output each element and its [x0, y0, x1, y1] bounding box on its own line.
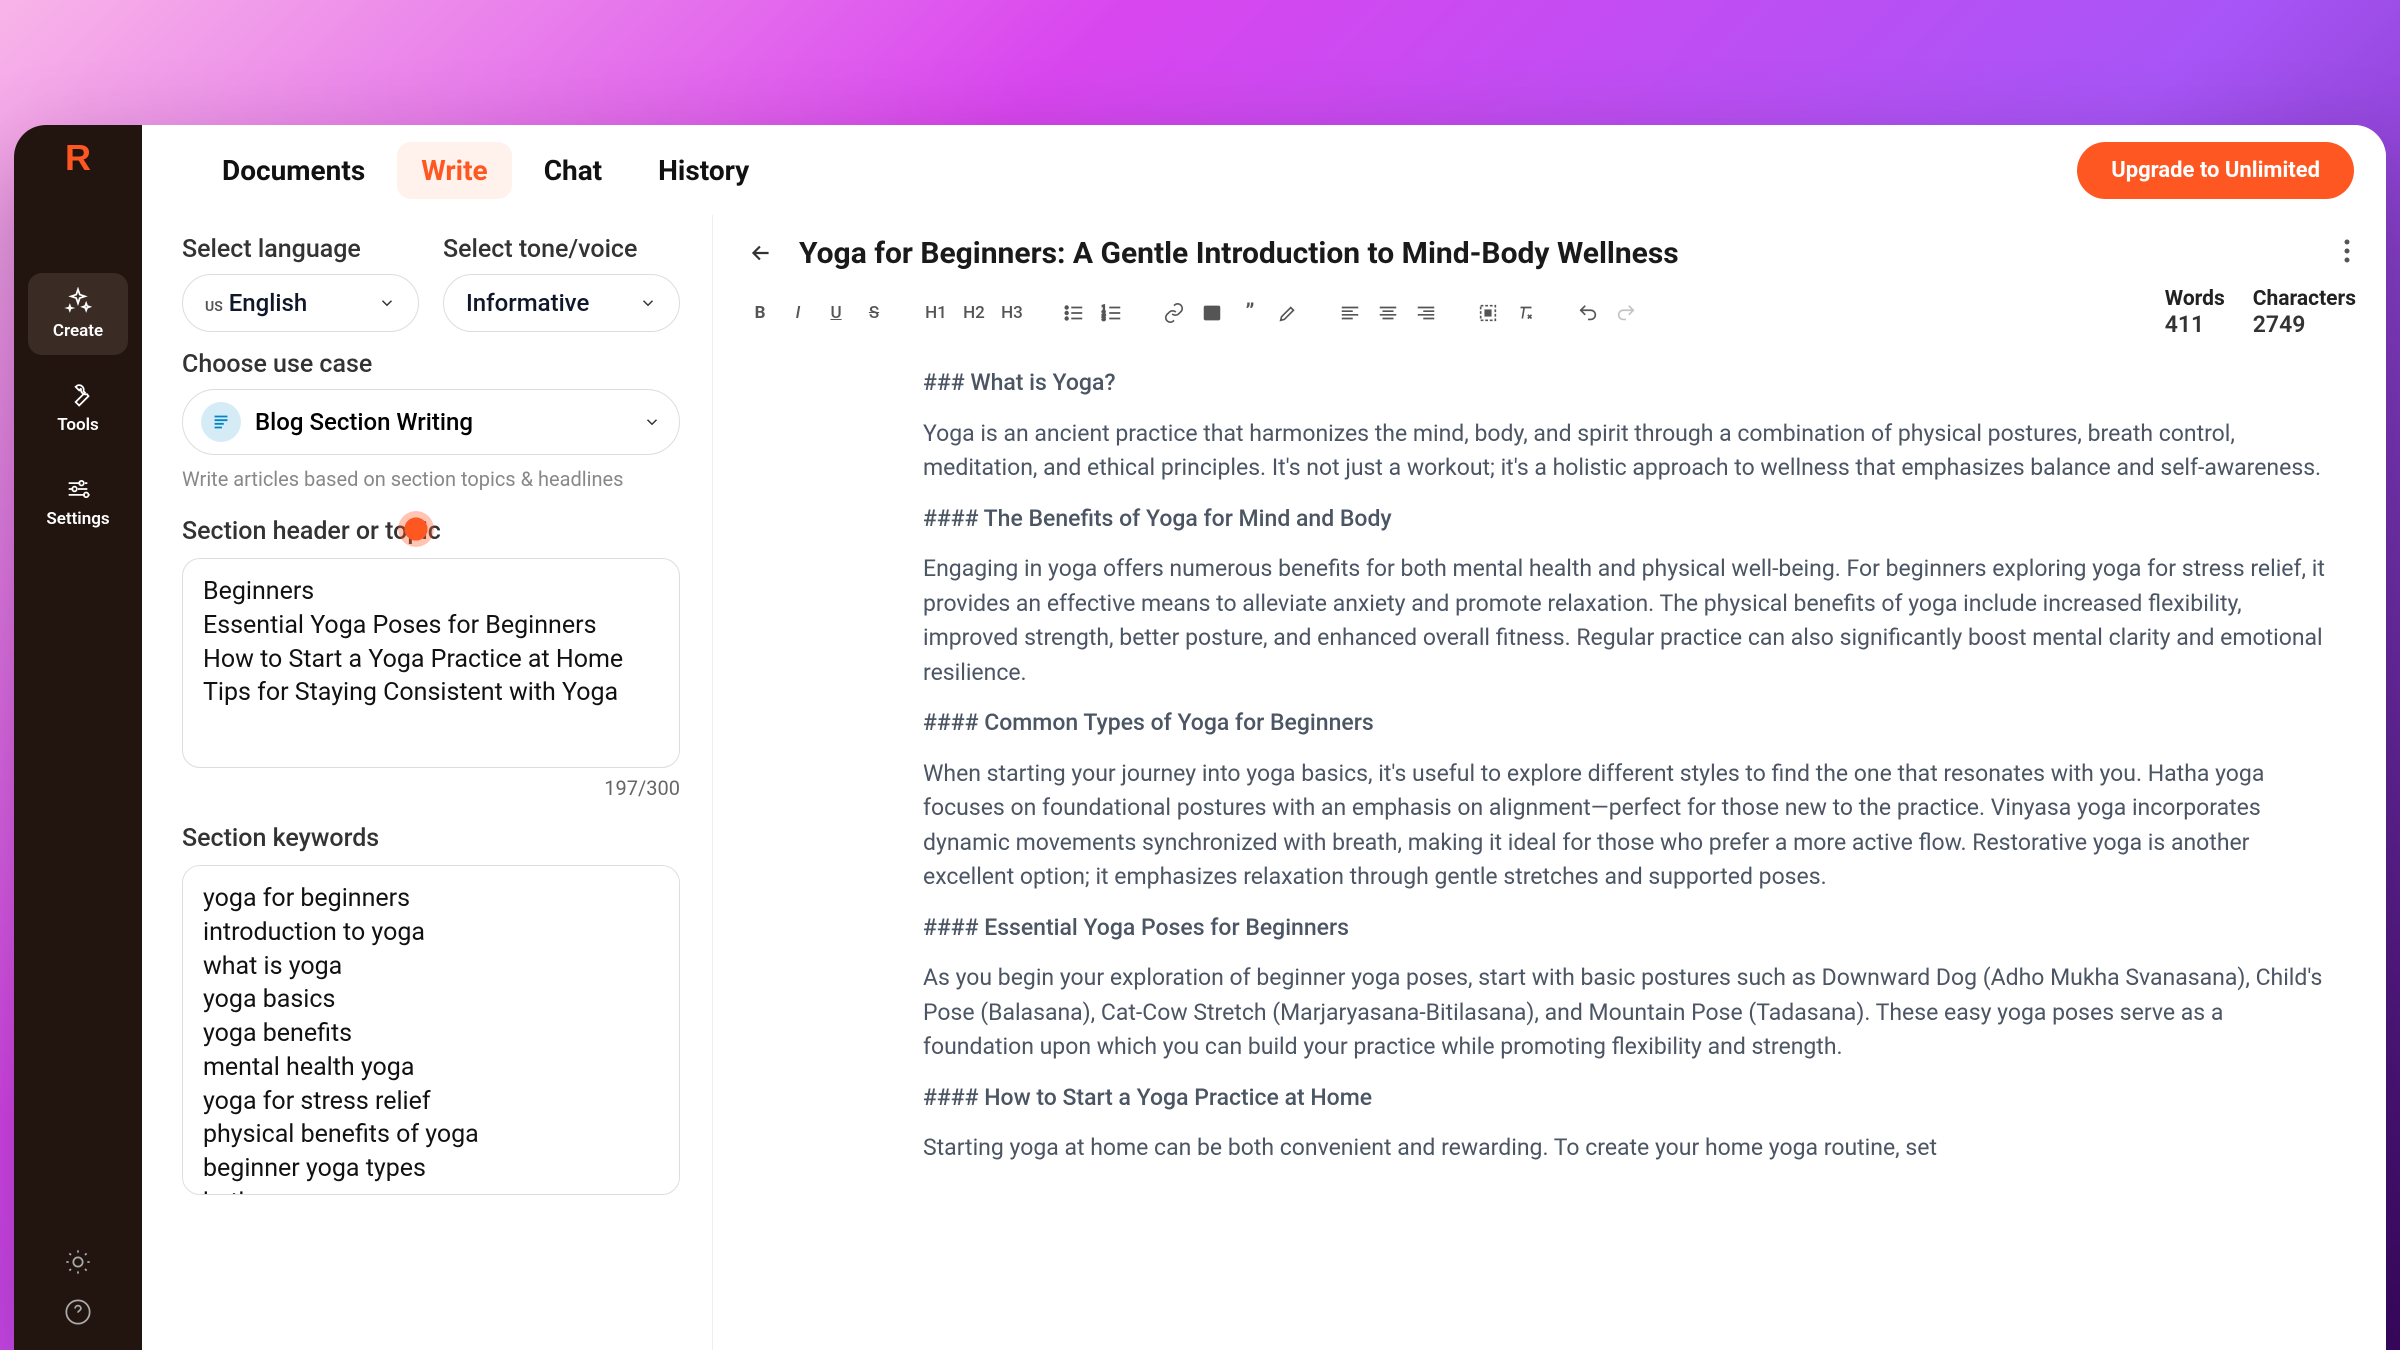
highlighter-icon: [1277, 302, 1299, 324]
language-label: Select language: [182, 235, 419, 264]
align-right-button[interactable]: [1409, 296, 1443, 330]
back-button[interactable]: [743, 235, 779, 271]
section-header-label: Section header or topic: [182, 517, 680, 546]
h2-button[interactable]: H2: [957, 296, 991, 330]
tone-select[interactable]: Informative: [443, 274, 680, 332]
arrow-left-icon: [748, 240, 774, 266]
bullet-list-button[interactable]: [1057, 296, 1091, 330]
list-ul-icon: [1063, 302, 1085, 324]
bold-button[interactable]: B: [743, 296, 777, 330]
section-header-input[interactable]: [182, 558, 680, 768]
select-all-button[interactable]: [1471, 296, 1505, 330]
h3-button[interactable]: H3: [995, 296, 1029, 330]
svg-text:3: 3: [1102, 314, 1106, 322]
italic-button[interactable]: I: [781, 296, 815, 330]
tab-write[interactable]: Write: [397, 142, 511, 199]
config-panel: Select language USEnglish Select tone/vo…: [142, 215, 712, 1350]
nav-tabs: Documents Write Chat History: [198, 142, 773, 199]
document-title: Yoga for Beginners: A Gentle Introductio…: [799, 236, 2318, 271]
rail-label: Settings: [46, 509, 109, 529]
tab-documents[interactable]: Documents: [198, 142, 389, 199]
usecase-select[interactable]: Blog Section Writing: [182, 389, 680, 455]
strike-button[interactable]: S: [857, 296, 891, 330]
content-row: Select language USEnglish Select tone/vo…: [142, 215, 2386, 1350]
editor-body[interactable]: ### What is Yoga?Yoga is an ancient prac…: [713, 356, 2386, 1350]
document-lines-icon: [201, 402, 241, 442]
image-button[interactable]: [1195, 296, 1229, 330]
usecase-helper: Write articles based on section topics &…: [182, 465, 680, 493]
rail-label: Create: [53, 321, 103, 341]
words-value: 411: [2165, 311, 2225, 338]
align-center-button[interactable]: [1371, 296, 1405, 330]
more-menu-button[interactable]: [2338, 233, 2356, 273]
editor-panel: Yoga for Beginners: A Gentle Introductio…: [712, 215, 2386, 1350]
tab-history[interactable]: History: [634, 142, 773, 199]
link-icon: [1163, 302, 1185, 324]
sparkle-icon: [64, 287, 92, 315]
help-button[interactable]: [64, 1298, 92, 1330]
h1-button[interactable]: H1: [919, 296, 953, 330]
chars-label: Characters: [2253, 287, 2356, 311]
image-icon: [1201, 302, 1223, 324]
align-left-icon: [1339, 302, 1361, 324]
keywords-label: Section keywords: [182, 824, 680, 853]
undo-icon: [1577, 302, 1599, 324]
chevron-down-icon: [639, 294, 657, 312]
sidebar-rail: R Create Tools Settings: [14, 125, 142, 1350]
link-button[interactable]: [1157, 296, 1191, 330]
undo-button[interactable]: [1571, 296, 1605, 330]
underline-button[interactable]: U: [819, 296, 853, 330]
sliders-icon: [64, 475, 92, 503]
select-all-icon: [1477, 302, 1499, 324]
app-window: R Create Tools Settings Documents Write …: [14, 125, 2386, 1350]
chars-value: 2749: [2253, 311, 2356, 338]
help-icon: [64, 1298, 92, 1326]
doc-stats: Words411 Characters2749: [2165, 287, 2356, 338]
rail-label: Tools: [57, 415, 99, 435]
upgrade-button[interactable]: Upgrade to Unlimited: [2077, 142, 2354, 199]
rail-item-settings[interactable]: Settings: [28, 461, 128, 543]
list-ol-icon: 123: [1101, 302, 1123, 324]
language-select[interactable]: USEnglish: [182, 274, 419, 332]
theme-toggle[interactable]: [64, 1248, 92, 1280]
wrench-icon: [64, 381, 92, 409]
align-right-icon: [1415, 302, 1437, 324]
highlight-button[interactable]: [1271, 296, 1305, 330]
redo-icon: [1615, 302, 1637, 324]
top-bar: Documents Write Chat History Upgrade to …: [142, 125, 2386, 215]
char-count: 197/300: [182, 776, 680, 800]
words-label: Words: [2165, 287, 2225, 311]
redo-button[interactable]: [1609, 296, 1643, 330]
align-center-icon: [1377, 302, 1399, 324]
clear-format-button[interactable]: [1509, 296, 1543, 330]
clear-format-icon: [1515, 302, 1537, 324]
ordered-list-button[interactable]: 123: [1095, 296, 1129, 330]
editor-header: Yoga for Beginners: A Gentle Introductio…: [713, 215, 2386, 273]
quote-button[interactable]: ”: [1233, 296, 1267, 330]
keywords-input[interactable]: [182, 865, 680, 1195]
align-left-button[interactable]: [1333, 296, 1367, 330]
main-area: Documents Write Chat History Upgrade to …: [142, 125, 2386, 1350]
desktop-wallpaper: R Create Tools Settings Documents Write …: [0, 0, 2400, 1350]
tone-label: Select tone/voice: [443, 235, 680, 264]
app-logo: R: [57, 137, 99, 179]
chevron-down-icon: [643, 413, 661, 431]
tab-chat[interactable]: Chat: [520, 142, 626, 199]
rail-item-tools[interactable]: Tools: [28, 367, 128, 449]
kebab-icon: [2344, 239, 2350, 263]
sun-icon: [64, 1248, 92, 1276]
rail-item-create[interactable]: Create: [28, 273, 128, 355]
usecase-label: Choose use case: [182, 350, 680, 379]
editor-toolbar: B I U S H1 H2 H3 123: [713, 273, 2386, 356]
chevron-down-icon: [378, 294, 396, 312]
